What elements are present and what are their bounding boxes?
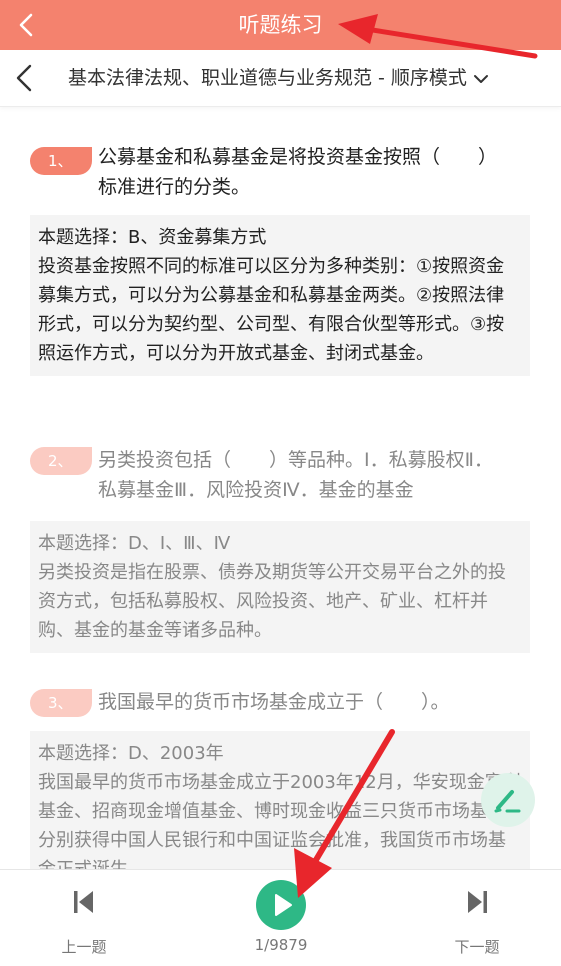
- question-list[interactable]: 1、 公募基金和私募基金是将投资基金按照（ ）标准进行的分类。 本题选择：B、资…: [0, 107, 561, 869]
- play-icon: [275, 894, 292, 916]
- chapter-title: 基本法律法规、职业道德与业务规范 - 顺序模式: [68, 67, 467, 89]
- skip-next-icon: [422, 888, 532, 920]
- play-button[interactable]: [256, 880, 306, 930]
- question-number-badge: 1、: [30, 147, 92, 175]
- answer-panel: 本题选择：D、Ⅰ、Ⅲ、Ⅳ 另类投资是指在股票、债券及期货等公开交易平台之外的投资…: [30, 521, 530, 653]
- answer-explanation: 我国最早的货币市场基金成立于2003年12月，华安现金富利基金、招商现金增值基金…: [38, 772, 521, 869]
- next-question-button[interactable]: 下一题: [422, 870, 532, 966]
- answer-explanation: 投资基金按照不同的标准可以区分为多种类别：①按照资金募集方式，可以分为公募基金和…: [38, 256, 505, 364]
- chevron-left-icon: [16, 64, 32, 92]
- question-number-badge: 2、: [30, 447, 92, 475]
- chapter-mode-selector[interactable]: 基本法律法规、职业道德与业务规范 - 顺序模式: [68, 50, 489, 106]
- next-question-label: 下一题: [454, 938, 500, 956]
- answer-choice: 本题选择：B、资金募集方式: [38, 227, 267, 248]
- answer-panel: 本题选择：D、2003年 我国最早的货币市场基金成立于2003年12月，华安现金…: [30, 731, 530, 869]
- note-fab-button[interactable]: [481, 773, 535, 827]
- answer-choice: 本题选择：D、Ⅰ、Ⅲ、Ⅳ: [38, 533, 231, 554]
- question-text: 我国最早的货币市场基金成立于（ ）。: [98, 691, 450, 713]
- previous-question-label: 上一题: [61, 938, 107, 956]
- page-title: 听题练习: [238, 13, 323, 37]
- answer-explanation: 另类投资是指在股票、债券及期货等公开交易平台之外的投资方式，包括私募股权、风险投…: [38, 562, 506, 641]
- pencil-note-icon: [494, 790, 521, 813]
- skip-previous-icon: [29, 888, 139, 920]
- player-bar: 上一题 1/9879 下一题: [0, 869, 561, 966]
- chevron-down-icon: [473, 51, 489, 107]
- question-counter: 1/9879: [254, 936, 308, 954]
- question-text: 另类投资包括（ ）等品种。Ⅰ．私募股权Ⅱ．私募基金Ⅲ．风险投资Ⅳ．基金的基金: [98, 449, 493, 501]
- title-bar: 听题练习: [0, 0, 561, 50]
- answer-choice: 本题选择：D、2003年: [38, 743, 224, 764]
- previous-question-button[interactable]: 上一题: [29, 870, 139, 966]
- answer-panel: 本题选择：B、资金募集方式 投资基金按照不同的标准可以区分为多种类别：①按照资金…: [30, 215, 530, 376]
- question-number-badge: 3、: [30, 689, 92, 717]
- chapter-bar: 基本法律法规、职业道德与业务规范 - 顺序模式: [0, 50, 561, 107]
- chapter-back-button[interactable]: [10, 62, 40, 94]
- question-text: 公募基金和私募基金是将投资基金按照（ ）标准进行的分类。: [98, 146, 498, 198]
